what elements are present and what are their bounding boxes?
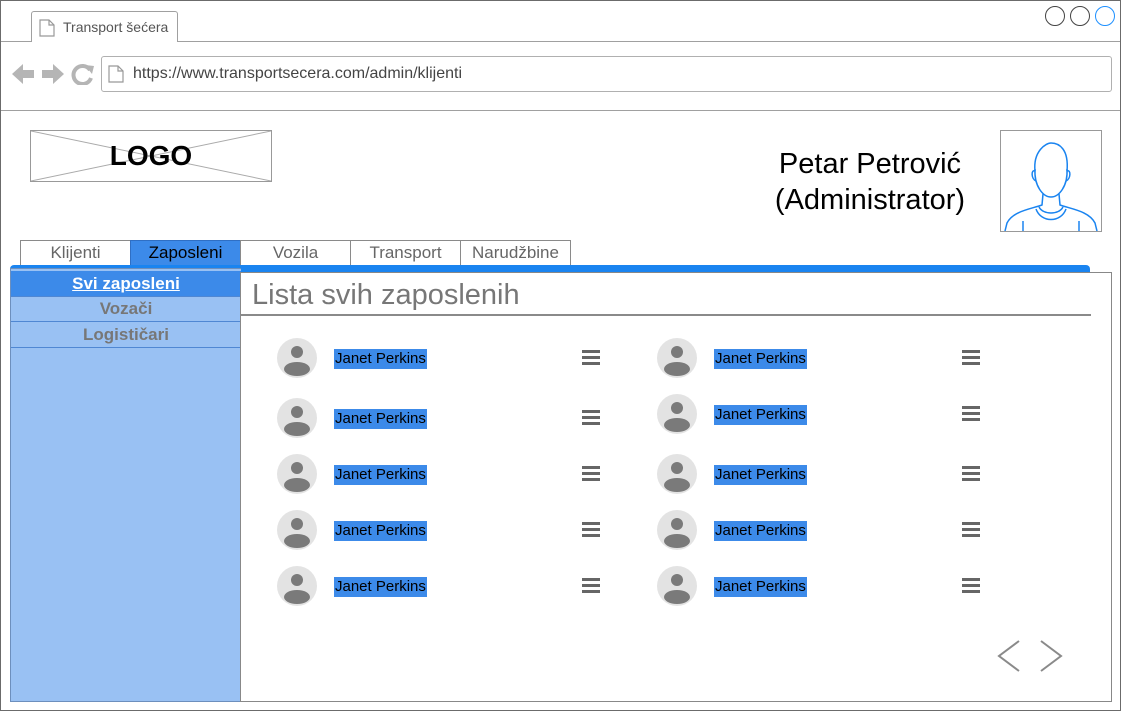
tab-vozila[interactable]: Vozila [240,240,351,266]
tab-transport[interactable]: Transport [350,240,461,266]
title-divider [241,314,1091,316]
menu-icon[interactable] [581,519,601,544]
list-item[interactable]: Janet Perkins [276,454,600,494]
chevron-left-icon[interactable] [996,639,1022,678]
employee-name: Janet Perkins [334,465,427,485]
sidebar-item-label: Vozači [99,299,153,318]
sidebar-item-vozaci[interactable]: Vozači [11,296,241,322]
doc-icon [39,19,55,42]
avatar[interactable] [1000,130,1102,232]
tab-narudzbine[interactable]: Narudžbine [460,240,571,266]
sidebar-item-label: Svi zaposleni [72,274,180,293]
employee-name: Janet Perkins [334,521,427,541]
sidebar-item-svi-zaposleni[interactable]: Svi zaposleni [11,271,241,297]
employee-name: Janet Perkins [714,405,807,425]
menu-icon[interactable] [581,463,601,488]
menu-icon[interactable] [961,347,981,372]
menu-icon[interactable] [961,575,981,600]
employee-name: Janet Perkins [714,521,807,541]
list-item[interactable]: Janet Perkins [656,566,980,606]
employee-name: Janet Perkins [714,577,807,597]
sidebar-item-label: Logističari [83,325,169,344]
person-icon [656,454,698,499]
back-arrow-icon[interactable] [11,63,35,90]
person-icon [656,338,698,383]
employee-name: Janet Perkins [334,349,427,369]
logo[interactable]: LOGO [30,130,272,182]
tab-klijenti[interactable]: Klijenti [20,240,131,266]
menu-icon[interactable] [961,403,981,428]
menu-icon[interactable] [581,407,601,432]
url-text: https://www.transportsecera.com/admin/kl… [133,65,463,82]
list-item[interactable]: Janet Perkins [656,454,980,494]
page-title: Lista svih zaposlenih [252,279,520,311]
person-icon [276,510,318,555]
close-button[interactable] [1095,6,1115,26]
person-icon [276,566,318,611]
maximize-button[interactable] [1070,6,1090,26]
user-info: Petar Petrović (Administrator) [750,146,990,218]
reload-icon[interactable] [71,63,95,90]
employee-name: Janet Perkins [714,349,807,369]
browser-tab[interactable]: Transport šećera [31,11,178,42]
list-item[interactable]: Janet Perkins [656,394,980,434]
browser-navbar: https://www.transportsecera.com/admin/kl… [1,42,1120,111]
employee-name: Janet Perkins [714,465,807,485]
minimize-button[interactable] [1045,6,1065,26]
list-item[interactable]: Janet Perkins [656,510,980,550]
menu-icon[interactable] [581,347,601,372]
list-item[interactable]: Janet Perkins [276,510,600,550]
menu-icon[interactable] [961,463,981,488]
list-item[interactable]: Janet Perkins [656,338,980,378]
person-icon [656,510,698,555]
sidebar: Svi zaposleni Vozači Logističari [10,268,241,702]
list-item[interactable]: Janet Perkins [276,566,600,606]
person-icon [276,398,318,443]
sidebar-item-logisticari[interactable]: Logističari [11,322,241,348]
logo-text: LOGO [109,140,193,171]
user-role: (Administrator) [774,184,966,216]
doc-icon [108,65,124,88]
browser-tab-title: Transport šećera [63,19,169,35]
menu-icon[interactable] [961,519,981,544]
person-icon [656,566,698,611]
menu-icon[interactable] [581,575,601,600]
person-icon [276,454,318,499]
address-bar[interactable]: https://www.transportsecera.com/admin/kl… [101,56,1112,92]
employee-name: Janet Perkins [334,577,427,597]
chevron-right-icon[interactable] [1038,639,1064,678]
list-item[interactable]: Janet Perkins [276,338,600,378]
person-icon [276,338,318,383]
forward-arrow-icon[interactable] [41,63,65,90]
person-icon [656,394,698,439]
user-name: Petar Petrović [778,148,962,180]
tab-zaposleni[interactable]: Zaposleni [130,240,241,266]
list-item[interactable]: Janet Perkins [276,398,600,438]
employee-name: Janet Perkins [334,409,427,429]
browser-tab-strip: Transport šećera [1,1,1120,42]
main-content: Lista svih zaposlenih Janet Perkins Jane… [240,272,1112,702]
